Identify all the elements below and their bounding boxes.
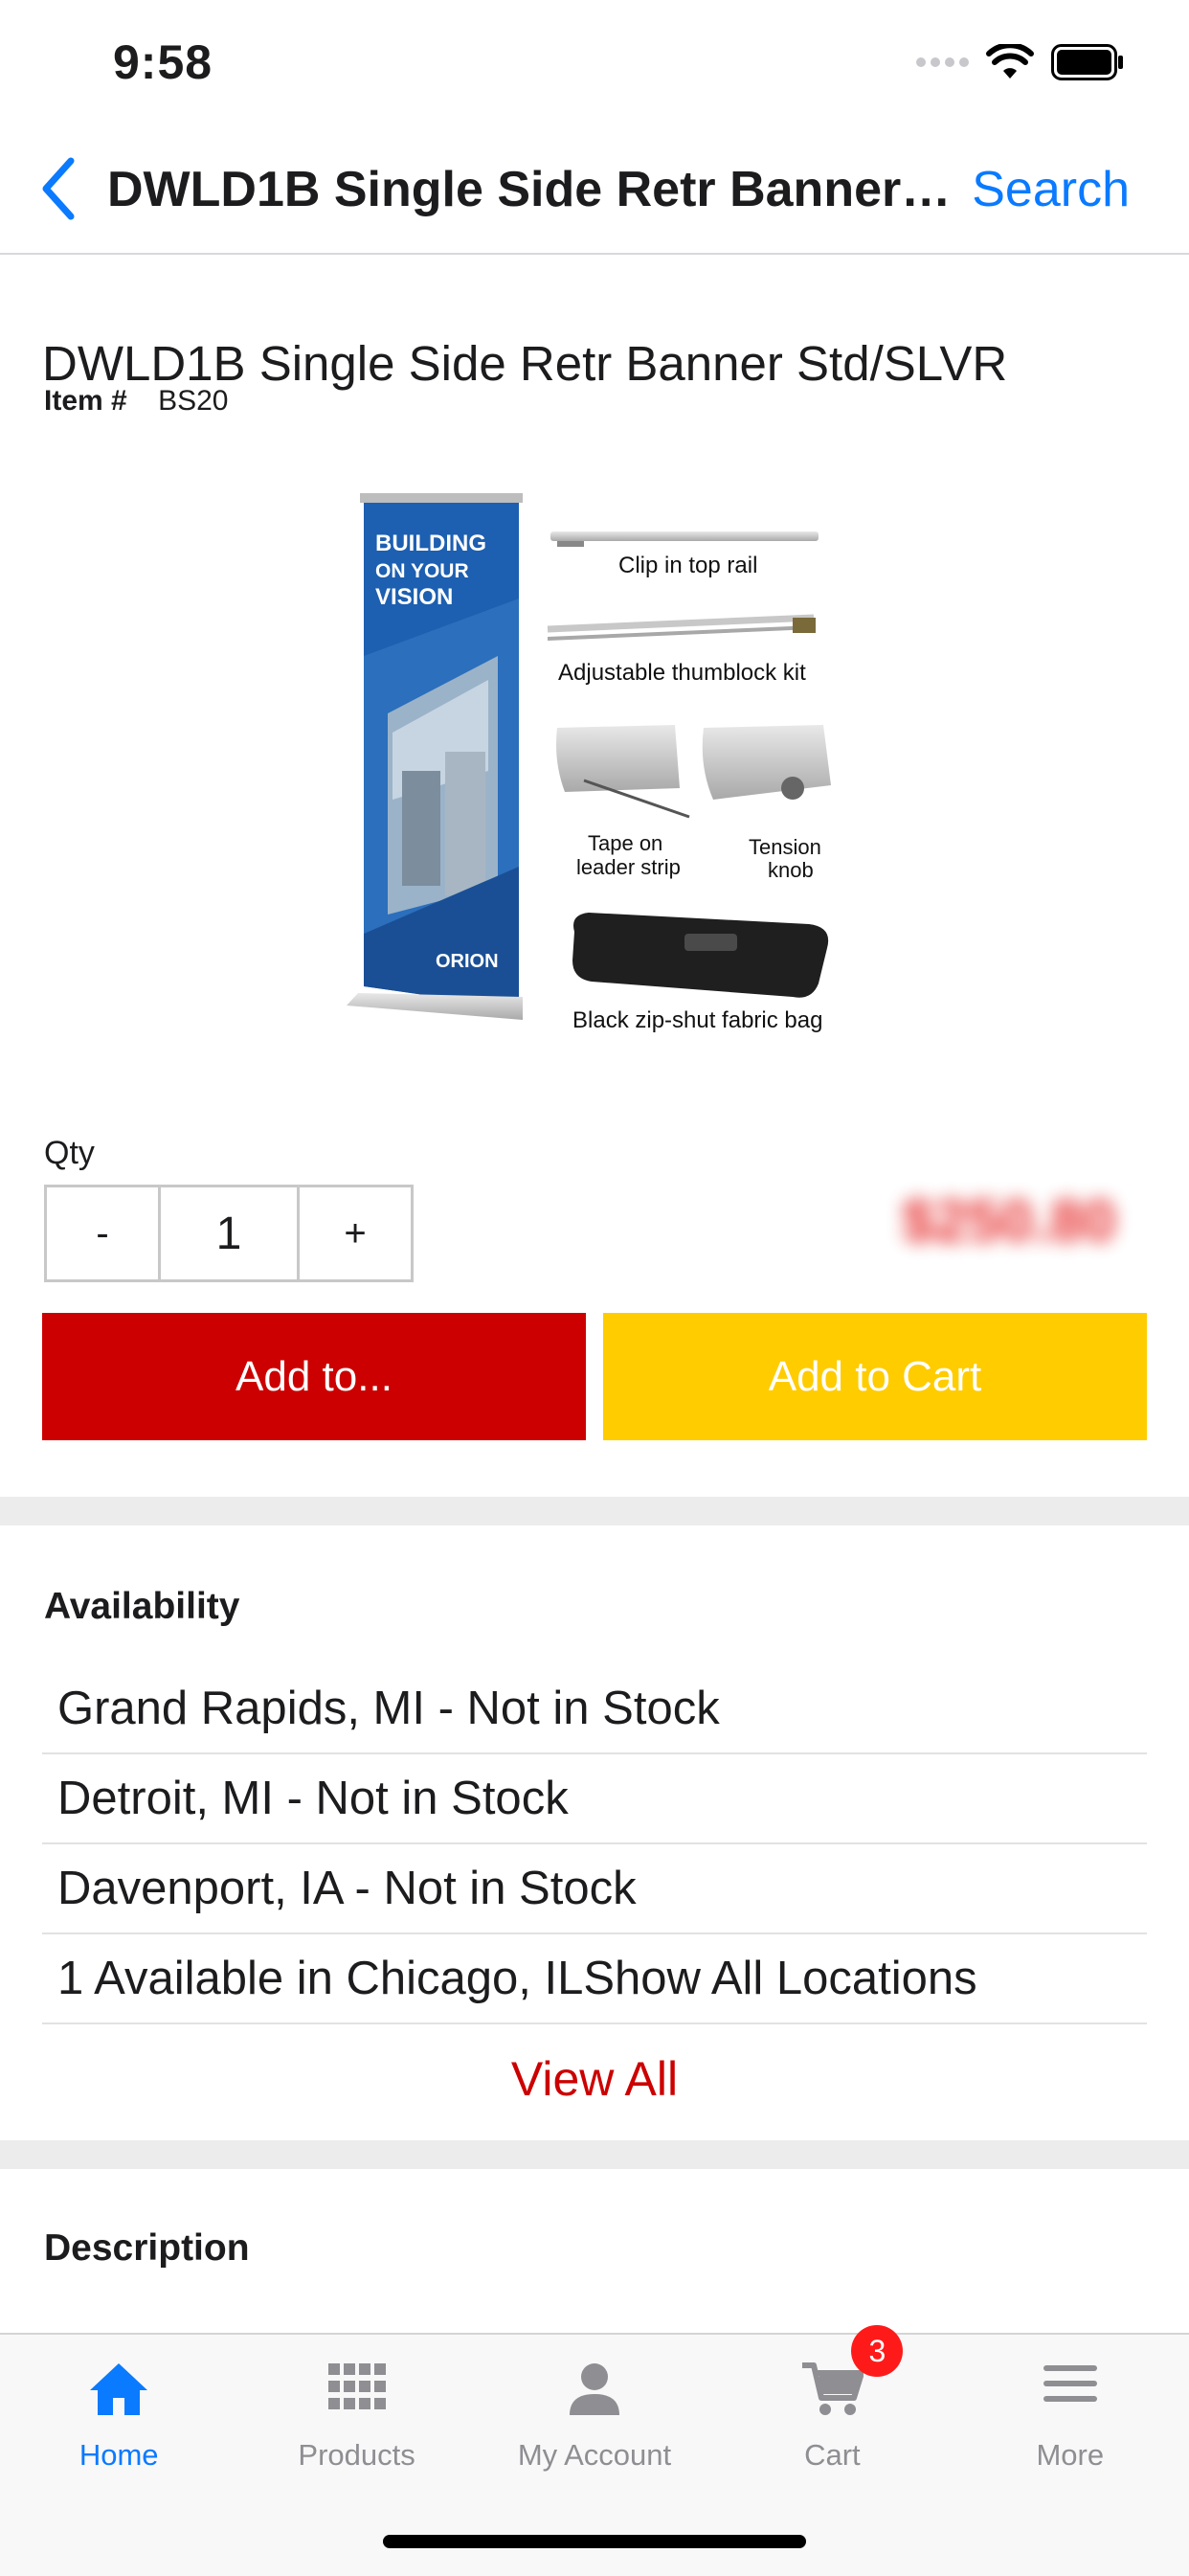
item-label: Item # <box>44 385 127 417</box>
navigation-bar: DWLD1B Single Side Retr Banner St... Sea… <box>0 124 1189 255</box>
wifi-icon <box>986 44 1034 79</box>
tab-label: Products <box>298 2438 415 2472</box>
availability-heading: Availability <box>44 1586 240 1627</box>
thumblock-kit: Adjustable thumblock kit <box>547 614 816 686</box>
chevron-left-icon <box>42 157 75 220</box>
tab-label: More <box>1036 2438 1105 2472</box>
availability-list: Grand Rapids, MI - Not in Stock Detroit,… <box>42 1664 1147 2024</box>
item-number-row: Item # BS20 <box>44 385 228 418</box>
caption-thumblock: Adjustable thumblock kit <box>558 660 806 686</box>
banner-brand: ORION <box>436 951 499 972</box>
availability-item: Grand Rapids, MI - Not in Stock <box>42 1664 1147 1754</box>
add-to-button[interactable]: Add to... <box>42 1313 586 1440</box>
quantity-stepper: - 1 + <box>44 1185 414 1282</box>
section-divider <box>0 2140 1189 2169</box>
availability-item: Detroit, MI - Not in Stock <box>42 1754 1147 1844</box>
availability-item[interactable]: 1 Available in Chicago, ILShow All Locat… <box>42 1934 1147 2024</box>
status-icons <box>916 44 1124 80</box>
grid-icon <box>327 2363 386 2409</box>
tension-knob: Tension knob <box>702 725 831 882</box>
banner-stand: BUILDING ON YOUR VISION ORION <box>347 493 523 1020</box>
home-indicator[interactable] <box>383 2535 806 2548</box>
home-icon <box>90 2363 148 2415</box>
nav-title: DWLD1B Single Side Retr Banner St... <box>107 162 964 217</box>
fabric-bag: Black zip-shut fabric bag <box>572 913 829 1033</box>
top-rail: Clip in top rail <box>550 531 819 578</box>
caption-tension: Tension <box>749 835 821 859</box>
qty-input[interactable]: 1 <box>158 1187 300 1279</box>
back-button[interactable] <box>29 155 86 222</box>
tab-products[interactable]: Products <box>237 2335 475 2488</box>
caption-bag: Black zip-shut fabric bag <box>572 1007 822 1033</box>
caption-tape: Tape on <box>588 831 662 855</box>
tab-label: Home <box>79 2438 159 2472</box>
section-divider <box>0 1497 1189 1525</box>
person-icon <box>569 2363 619 2415</box>
menu-icon <box>1043 2365 1097 2402</box>
banner-text-1: BUILDING <box>375 531 486 556</box>
qty-label: Qty <box>44 1135 95 1171</box>
status-bar: 9:58 <box>0 0 1189 124</box>
add-to-cart-button[interactable]: Add to Cart <box>603 1313 1147 1440</box>
price: $250.80 <box>901 1188 1116 1254</box>
qty-decrement-button[interactable]: - <box>47 1187 158 1279</box>
banner-text-3: VISION <box>375 584 453 610</box>
caption-top-rail: Clip in top rail <box>618 553 757 578</box>
tab-cart[interactable]: 3 Cart <box>713 2325 951 2488</box>
status-time: 9:58 <box>113 35 213 89</box>
tab-more[interactable]: More <box>952 2335 1189 2488</box>
cart-icon <box>802 2362 864 2415</box>
product-image[interactable]: BUILDING ON YOUR VISION ORION Clip in to… <box>335 484 871 1058</box>
leader-strip: Tape on leader strip <box>556 725 690 879</box>
caption-knob: knob <box>768 858 814 882</box>
product-title: DWLD1B Single Side Retr Banner Std/SLVR <box>42 336 1008 391</box>
tab-label: Cart <box>804 2438 861 2472</box>
cellular-signal-icon <box>916 57 969 67</box>
search-button[interactable]: Search <box>972 161 1130 218</box>
tab-my-account[interactable]: My Account <box>476 2335 713 2488</box>
banner-text-2: ON YOUR <box>375 560 469 582</box>
view-all-link[interactable]: View All <box>0 2051 1189 2107</box>
availability-item: Davenport, IA - Not in Stock <box>42 1844 1147 1934</box>
description-heading: Description <box>44 2227 250 2269</box>
caption-leader: leader strip <box>576 855 681 879</box>
tab-label: My Account <box>517 2438 672 2472</box>
qty-increment-button[interactable]: + <box>300 1187 411 1279</box>
item-number: BS20 <box>158 385 229 417</box>
tab-home[interactable]: Home <box>0 2335 237 2488</box>
battery-icon <box>1051 44 1123 80</box>
cart-badge: 3 <box>851 2325 904 2377</box>
